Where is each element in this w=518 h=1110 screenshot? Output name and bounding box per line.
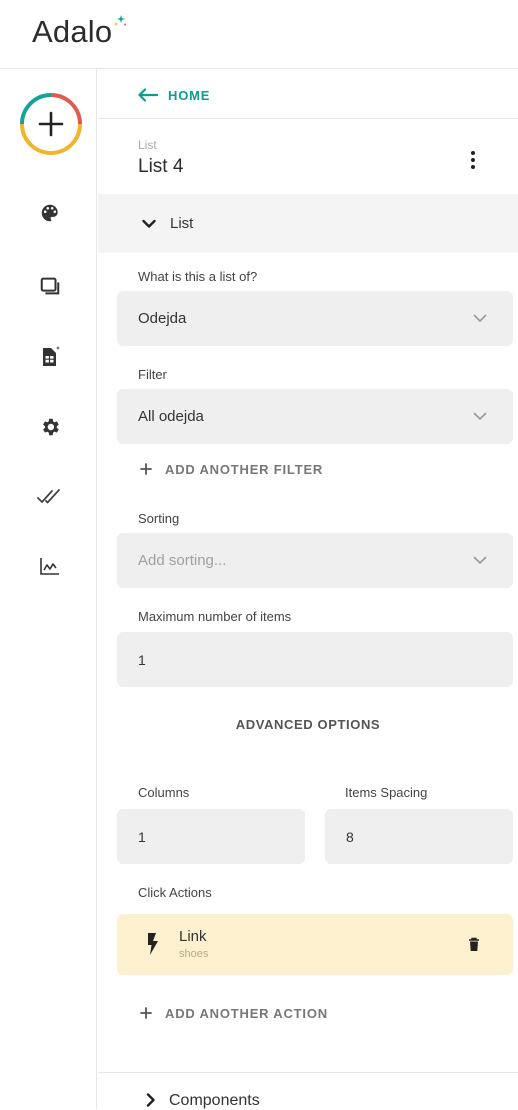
more-options-button[interactable] [458, 145, 488, 175]
chevron-down-icon [473, 412, 487, 420]
list-of-select[interactable]: Odejda [117, 291, 513, 346]
plus-icon [140, 463, 152, 475]
components-section-header[interactable]: Components [98, 1072, 518, 1110]
sorting-label: Sorting [138, 511, 180, 526]
columns-input[interactable]: 1 [117, 809, 305, 864]
left-toolbar [0, 69, 97, 1109]
kebab-menu-icon [471, 151, 475, 169]
properties-panel: HOME List List 4 List What is this a lis… [98, 69, 518, 1109]
delete-action-button[interactable] [463, 933, 485, 955]
arrow-left-icon [138, 88, 158, 102]
components-title: Components [169, 1092, 260, 1109]
action-title: Link [179, 928, 207, 945]
add-action-button[interactable]: ADD ANOTHER ACTION [140, 1003, 328, 1023]
chevron-down-icon [473, 314, 487, 322]
home-label: HOME [168, 87, 211, 103]
filter-value: All odejda [138, 408, 204, 425]
back-home-link[interactable]: HOME [138, 85, 210, 105]
component-name: List 4 [138, 156, 184, 177]
list-of-label: What is this a list of? [138, 269, 258, 284]
items-spacing-input[interactable]: 8 [325, 809, 513, 864]
analytics-icon[interactable] [36, 552, 64, 580]
section-title: List [170, 215, 194, 232]
sorting-select[interactable]: Add sorting... [117, 533, 513, 588]
gear-icon[interactable] [36, 413, 64, 441]
chevron-down-icon [473, 556, 487, 564]
chevron-right-icon [146, 1093, 155, 1107]
lightning-icon [148, 933, 158, 955]
filter-label: Filter [138, 367, 167, 382]
add-component-button[interactable] [18, 91, 84, 157]
add-ring-icon [20, 93, 82, 155]
action-subtitle: shoes [179, 948, 209, 960]
divider [98, 118, 518, 119]
columns-label: Columns [138, 785, 190, 800]
palette-icon[interactable] [36, 199, 64, 227]
advanced-options-toggle[interactable]: ADVANCED OPTIONS [98, 717, 518, 732]
plus-icon [140, 1007, 152, 1019]
sorting-placeholder: Add sorting... [138, 552, 227, 569]
filter-select[interactable]: All odejda [117, 389, 513, 444]
list-section-header[interactable]: List [98, 194, 518, 253]
add-filter-label: ADD ANOTHER FILTER [165, 461, 324, 477]
sparkle-icon [114, 15, 127, 26]
screens-icon[interactable] [36, 272, 64, 300]
add-action-label: ADD ANOTHER ACTION [165, 1005, 328, 1021]
trash-icon [469, 937, 479, 951]
click-action-item[interactable]: Link shoes [117, 914, 513, 975]
chevron-down-icon [142, 219, 156, 228]
check-all-icon[interactable] [36, 483, 64, 511]
max-items-label: Maximum number of items [138, 609, 292, 624]
component-type-label: List [138, 138, 157, 152]
logo-text: Adalo [32, 14, 113, 49]
add-filter-button[interactable]: ADD ANOTHER FILTER [140, 459, 323, 479]
database-icon[interactable] [36, 343, 64, 371]
items-spacing-label: Items Spacing [345, 785, 428, 800]
max-items-input[interactable]: 1 [117, 632, 513, 687]
adalo-logo: Adalo [32, 14, 127, 49]
click-actions-label: Click Actions [138, 885, 212, 900]
list-of-value: Odejda [138, 310, 187, 327]
